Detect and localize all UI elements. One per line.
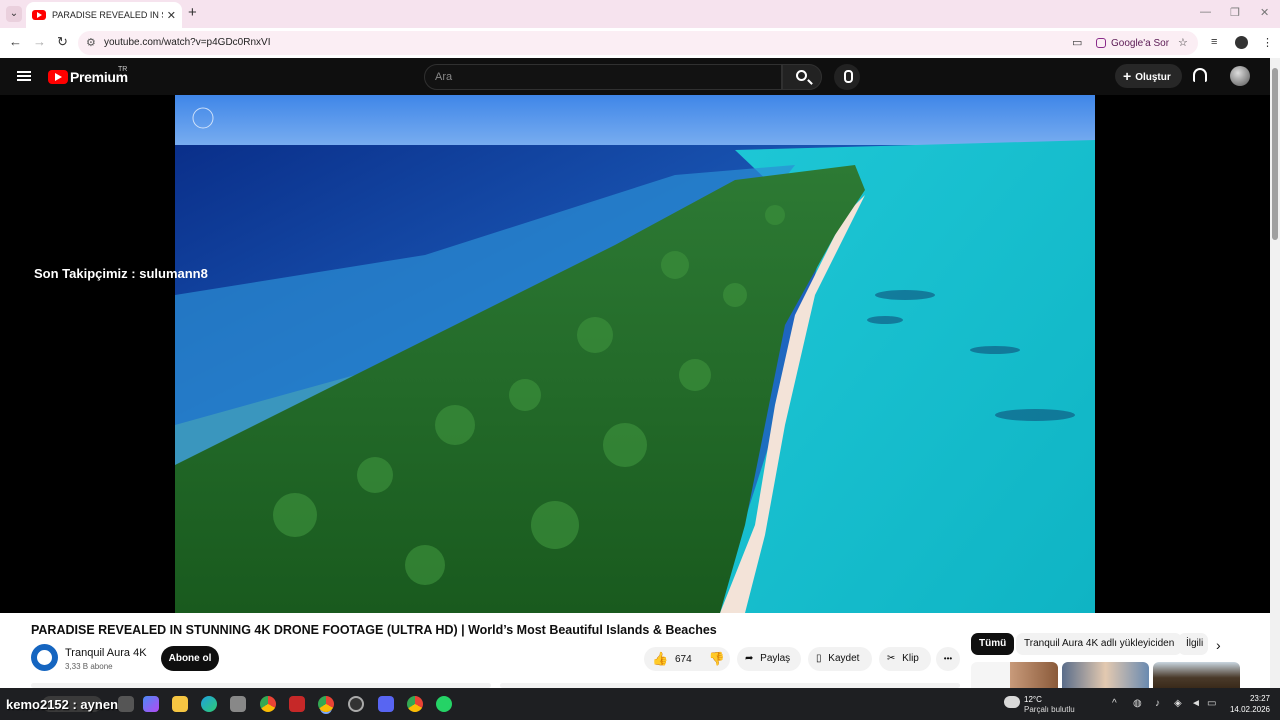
stream-overlay-text: Son Takipçimiz : sulumann8 — [34, 266, 208, 281]
share-label: Paylaş — [760, 653, 791, 664]
tray-app-icon[interactable]: ◍ — [1133, 698, 1142, 709]
omnibox[interactable]: ⚙ youtube.com/watch?v=p4GDc0RnxVI ▭ Goog… — [78, 31, 1198, 55]
weather-description[interactable]: Parçalı bulutlu — [1024, 705, 1075, 714]
more-actions-button[interactable]: ••• — [936, 647, 960, 671]
forward-icon[interactable]: → — [33, 34, 46, 49]
stream-chat-overlay: kemo2152 : aynen — [6, 697, 119, 712]
video-info-section: PARADISE REVEALED IN STUNNING 4K DRONE F… — [0, 613, 1270, 688]
obs-icon[interactable] — [348, 696, 364, 712]
save-label: Kaydet — [828, 653, 860, 664]
url-text[interactable]: youtube.com/watch?v=p4GDc0RnxVI — [104, 37, 270, 48]
account-avatar[interactable] — [1230, 66, 1250, 86]
hamburger-menu-icon[interactable] — [17, 71, 31, 81]
address-bar-row: ← → ↻ ⚙ youtube.com/watch?v=p4GDc0RnxVI … — [0, 28, 1280, 58]
youtube-header: Premium TR Ara + Oluştur — [0, 58, 1270, 95]
recommendation-thumbnail[interactable] — [1062, 662, 1149, 688]
scrollbar-thumb[interactable] — [1272, 68, 1278, 240]
edge-icon[interactable] — [201, 696, 217, 712]
chip-all[interactable]: Tümü — [971, 633, 1015, 655]
bookmark-star-icon[interactable]: ☆ — [1178, 36, 1188, 49]
like-icon[interactable]: 👍 — [652, 647, 668, 671]
media-controls-icon[interactable]: ≡ — [1211, 36, 1217, 48]
browser-menu-icon[interactable]: ⋮ — [1262, 36, 1273, 49]
like-dislike-group: 👍 674 👎 — [644, 647, 730, 671]
clip-button[interactable]: ✂ Klip — [879, 647, 931, 671]
search-placeholder: Ara — [435, 71, 453, 83]
app-l-icon[interactable] — [289, 696, 305, 712]
discord-icon[interactable] — [378, 696, 394, 712]
recommendation-thumbnail[interactable] — [971, 662, 1058, 688]
file-explorer-icon[interactable] — [172, 696, 188, 712]
chrome-profile-icon[interactable] — [407, 696, 423, 712]
create-label: Oluştur — [1135, 72, 1171, 83]
video-title: PARADISE REVEALED IN STUNNING 4K DRONE F… — [31, 623, 717, 637]
notifications-bell-icon[interactable] — [1193, 68, 1207, 82]
create-button[interactable]: + Oluştur — [1115, 64, 1182, 88]
page-scrollbar[interactable] — [1270, 58, 1280, 688]
search-icon — [796, 70, 807, 81]
tray-overflow-icon[interactable]: ^ — [1112, 698, 1117, 709]
minimize-icon[interactable]: — — [1200, 6, 1211, 18]
scissors-icon: ✂ — [887, 653, 896, 664]
lens-icon — [1096, 38, 1106, 48]
tab-title: PARADISE REVEALED IN STUNN — [52, 10, 163, 20]
video-player[interactable]: Son Takipçimiz : sulumann8 — [0, 95, 1270, 613]
search-button[interactable] — [782, 64, 822, 90]
youtube-logo-icon[interactable] — [48, 70, 68, 84]
close-window-icon[interactable]: ✕ — [1260, 6, 1269, 19]
region-code: TR — [118, 66, 128, 73]
aerial-island-image — [175, 95, 1095, 613]
plus-icon: + — [1123, 68, 1132, 84]
windows-taskbar: kemo2152 : aynen 12°C Parçalı bulutlu ^ … — [0, 688, 1280, 720]
browser-tab-strip: ⌄ PARADISE REVEALED IN STUNN ✕ + — ❐ ✕ — [0, 0, 1280, 28]
restore-icon[interactable]: ❐ — [1230, 6, 1240, 19]
browser-tab-active[interactable]: PARADISE REVEALED IN STUNN ✕ — [26, 2, 182, 28]
microphone-icon[interactable]: ♪ — [1155, 698, 1160, 709]
like-count[interactable]: 674 — [675, 654, 692, 665]
save-button[interactable]: ▯ Kaydet — [808, 647, 872, 671]
battery-icon[interactable]: ▭ — [1207, 698, 1216, 709]
chrome-active-icon[interactable] — [318, 696, 334, 712]
reload-icon[interactable]: ↻ — [57, 34, 68, 50]
back-icon[interactable]: ← — [9, 34, 22, 49]
channel-avatar[interactable] — [31, 644, 58, 671]
recommendation-thumbnail[interactable] — [1153, 662, 1240, 688]
cast-icon[interactable]: ▭ — [1072, 36, 1082, 49]
weather-cloud-icon — [1004, 696, 1020, 708]
google-ask-label: Google'a Sor — [1111, 37, 1170, 49]
store-icon[interactable] — [230, 696, 246, 712]
tab-close-icon[interactable]: ✕ — [167, 9, 176, 22]
copilot-icon[interactable] — [143, 696, 159, 712]
chip-related[interactable]: İlgili — [1178, 633, 1208, 655]
clock-time[interactable]: 23:27 — [1230, 694, 1270, 703]
chevron-right-icon[interactable]: › — [1216, 637, 1221, 653]
save-icon: ▯ — [816, 653, 822, 664]
subscriber-count: 3,33 B abone — [65, 662, 113, 671]
network-icon[interactable]: ◈ — [1174, 698, 1182, 709]
task-view-icon[interactable] — [118, 696, 134, 712]
temperature[interactable]: 12°C — [1024, 695, 1042, 704]
chip-from-uploader[interactable]: Tranquil Aura 4K adlı yükleyiciden — [1016, 633, 1183, 655]
new-tab-button[interactable]: + — [188, 4, 197, 21]
subscribe-button[interactable]: Abone ol — [161, 646, 219, 671]
share-icon: ➦ — [745, 653, 754, 664]
volume-icon[interactable]: ◄ — [1191, 698, 1201, 709]
clip-label: Klip — [902, 653, 919, 664]
channel-name[interactable]: Tranquil Aura 4K — [65, 647, 147, 659]
video-frame[interactable] — [175, 95, 1095, 613]
voice-search-icon[interactable] — [834, 64, 860, 90]
whatsapp-icon[interactable] — [436, 696, 452, 712]
site-info-icon[interactable]: ⚙ — [86, 36, 96, 49]
share-button[interactable]: ➦ Paylaş — [737, 647, 801, 671]
search-input[interactable]: Ara — [424, 64, 782, 90]
google-ask-button[interactable]: Google'a Sor — [1096, 35, 1169, 51]
profile-icon[interactable] — [1235, 36, 1248, 49]
youtube-favicon-icon — [32, 10, 46, 20]
dislike-icon[interactable]: 👎 — [708, 647, 724, 671]
clock-date[interactable]: 14.02.2026 — [1224, 705, 1270, 714]
tab-search-button[interactable]: ⌄ — [6, 6, 22, 22]
chrome-icon[interactable] — [260, 696, 276, 712]
